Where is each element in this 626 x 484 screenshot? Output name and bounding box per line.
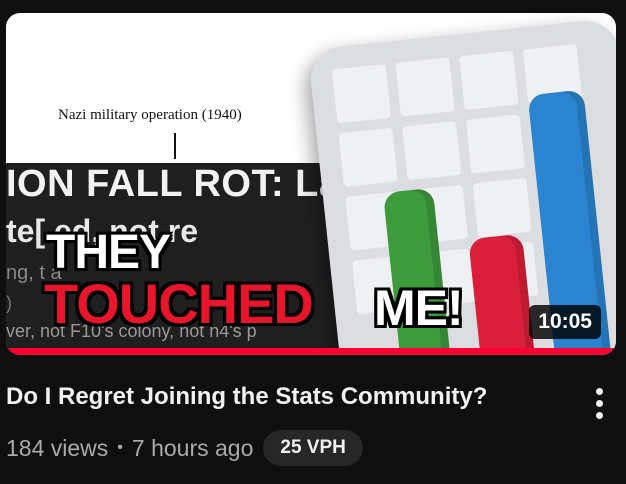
menu-dot <box>595 399 603 407</box>
menu-dot <box>595 387 603 395</box>
thumbnail-caption: Nazi military operation (1940) <box>58 107 242 123</box>
more-options-button[interactable] <box>586 381 612 425</box>
caption-pointer-line <box>174 133 176 159</box>
video-thumbnail[interactable]: Nazi military operation (1940) ION FALL … <box>6 13 616 355</box>
video-title[interactable]: Do I Regret Joining the Stats Community? <box>6 383 566 411</box>
chart-grid-cell <box>459 50 519 111</box>
chart-grid-cell <box>402 121 462 181</box>
chart-grid-cell <box>331 64 392 124</box>
view-count: 184 views <box>6 434 109 461</box>
duration-badge: 10:05 <box>529 305 601 339</box>
thumbnail-background-text: ION FALL ROT: La <box>6 163 341 205</box>
vph-badge: 25 VPH <box>263 430 363 466</box>
video-card[interactable]: Nazi military operation (1940) ION FALL … <box>0 0 626 484</box>
thumbnail-background-text: ) <box>6 293 12 313</box>
menu-dot <box>595 411 603 419</box>
video-metadata: 184 views • 7 hours ago 25 VPH <box>6 430 363 466</box>
chart-grid-cell <box>395 57 455 117</box>
chart-grid-cell <box>465 114 526 174</box>
upload-age: 7 hours ago <box>131 434 254 461</box>
chart-grid-cell <box>472 177 532 238</box>
chart-grid-cell <box>338 127 398 188</box>
metadata-separator: • <box>117 439 123 456</box>
thumbnail-overlay-touched: TOUCHED <box>44 272 314 335</box>
watch-progress-bar <box>6 348 616 355</box>
thumbnail-overlay-me: ME! <box>374 280 464 336</box>
more-vertical-icon <box>595 387 603 419</box>
